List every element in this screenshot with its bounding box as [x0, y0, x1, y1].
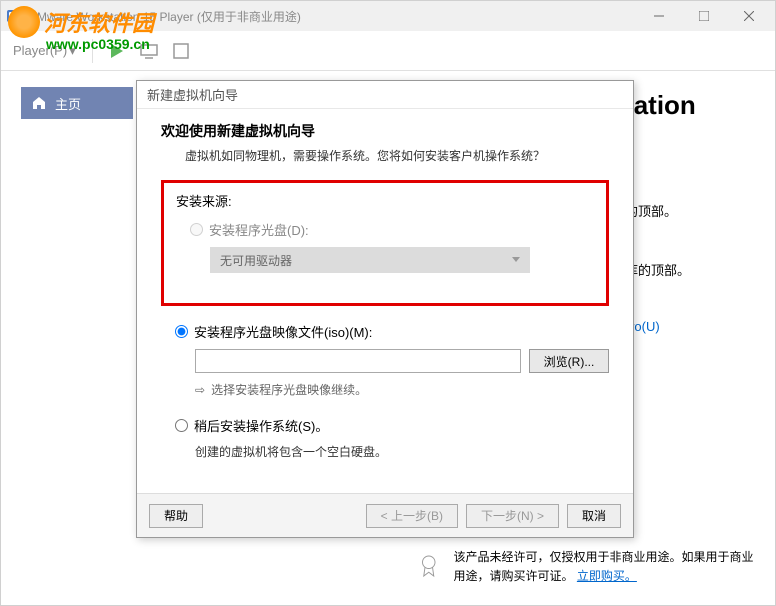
install-source-label: 安装来源:	[176, 191, 594, 210]
close-button[interactable]	[726, 2, 771, 30]
help-button[interactable]: 帮助	[149, 504, 203, 528]
radio-iso[interactable]: 安装程序光盘映像文件(iso)(M):	[175, 322, 609, 341]
iso-hint-text: 选择安装程序光盘映像继续。	[211, 381, 367, 398]
screen-icon[interactable]	[137, 39, 161, 63]
license-text: 该产品未经许可，仅授权用于非商业用途。如果用于商业用途，请购买许可证。 立即购买…	[454, 548, 756, 586]
home-icon	[31, 95, 47, 111]
buy-link[interactable]: 立即购买。	[577, 569, 637, 583]
fullscreen-icon[interactable]	[169, 39, 193, 63]
radio-iso-input[interactable]	[175, 325, 188, 338]
radio-later[interactable]: 稍后安装操作系统(S)。	[175, 416, 609, 435]
no-drive-text: 无可用驱动器	[220, 252, 292, 269]
new-vm-wizard-dialog: 新建虚拟机向导 欢迎使用新建虚拟机向导 虚拟机如同物理机，需要操作系统。您将如何…	[136, 80, 634, 538]
later-hint: 创建的虚拟机将包含一个空白硬盘。	[195, 443, 609, 460]
back-button: < 上一步(B)	[366, 504, 458, 528]
window-title: VMware Workstation 15 Player (仅用于非商业用途)	[29, 8, 636, 25]
radio-later-label: 稍后安装操作系统(S)。	[194, 416, 328, 435]
titlebar: VMware Workstation 15 Player (仅用于非商业用途)	[1, 1, 775, 31]
dialog-title: 新建虚拟机向导	[137, 81, 633, 109]
separator	[92, 39, 93, 63]
iso-path-combobox[interactable]	[195, 349, 521, 373]
player-menu-label: Player(P)	[13, 43, 67, 58]
app-icon	[5, 8, 21, 24]
dialog-subheading: 虚拟机如同物理机，需要操作系统。您将如何安装客户机操作系统？	[185, 147, 609, 164]
radio-installer-disc[interactable]: 安装程序光盘(D):	[190, 220, 594, 239]
arrow-icon: ⇨	[195, 383, 205, 397]
dialog-footer: 帮助 < 上一步(B) 下一步(N) > 取消	[137, 493, 633, 537]
iso-path-input[interactable]	[196, 350, 520, 372]
cancel-button[interactable]: 取消	[567, 504, 621, 528]
chevron-down-icon: ▾	[69, 43, 76, 59]
radio-iso-label: 安装程序光盘映像文件(iso)(M):	[194, 322, 372, 341]
radio-disc-input	[190, 223, 203, 236]
home-tab[interactable]: 主页	[21, 87, 133, 119]
iso-hint: ⇨ 选择安装程序光盘映像继续。	[195, 381, 609, 398]
play-icon[interactable]	[105, 39, 129, 63]
home-tab-label: 主页	[55, 94, 81, 113]
browse-button[interactable]: 浏览(R)...	[529, 349, 609, 373]
drive-select: 无可用驱动器	[210, 247, 530, 273]
player-menu[interactable]: Player(P) ▾	[9, 39, 80, 63]
radio-disc-label: 安装程序光盘(D):	[209, 220, 309, 239]
highlighted-region: 安装来源: 安装程序光盘(D): 无可用驱动器	[161, 180, 609, 306]
maximize-button[interactable]	[681, 2, 726, 30]
minimize-button[interactable]	[636, 2, 681, 30]
radio-later-input[interactable]	[175, 419, 188, 432]
ribbon-icon	[420, 548, 438, 584]
next-button: 下一步(N) >	[466, 504, 559, 528]
dialog-heading: 欢迎使用新建虚拟机向导	[161, 121, 609, 141]
license-footer: 该产品未经许可，仅授权用于非商业用途。如果用于商业用途，请购买许可证。 立即购买…	[420, 548, 756, 586]
toolbar: Player(P) ▾	[1, 31, 775, 71]
